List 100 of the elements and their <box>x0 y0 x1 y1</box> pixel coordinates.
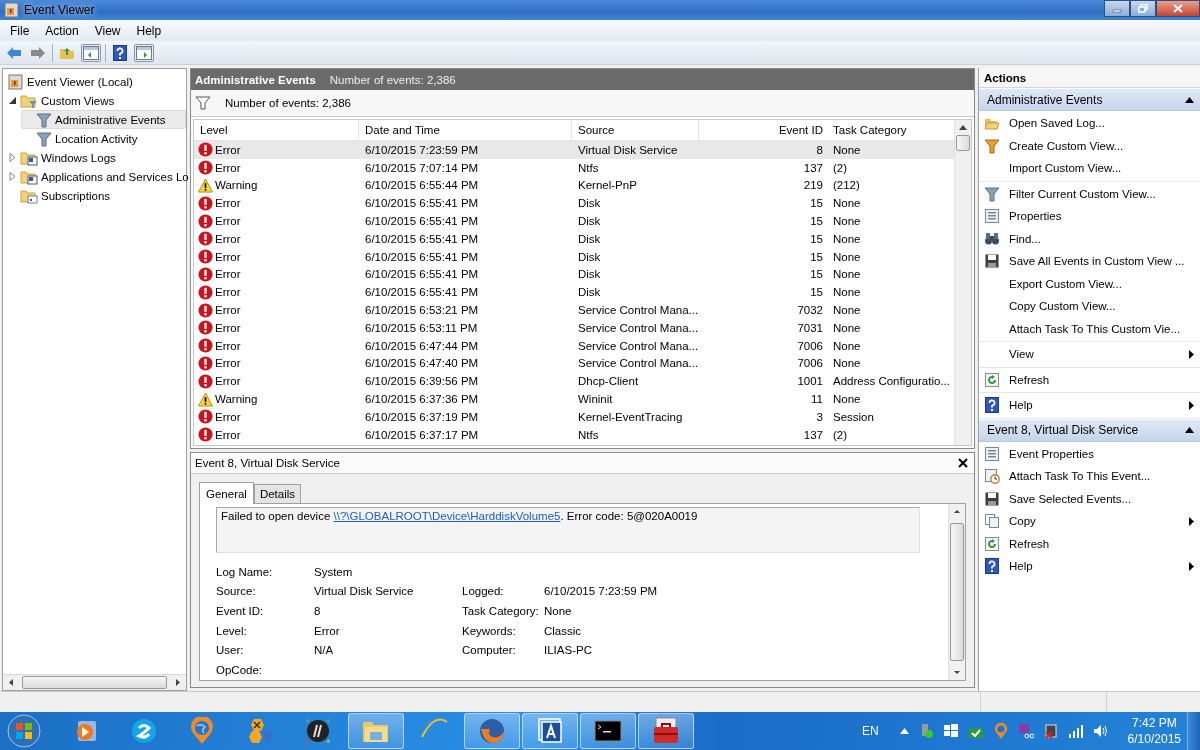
command-item[interactable]: Attach Task To This Custom Vie... <box>979 317 1200 340</box>
event-row[interactable]: Error 6/10/2015 6:37:19 PM Kernel-EventTracing 3 Session <box>194 407 954 426</box>
menu-item[interactable]: View <box>86 21 129 40</box>
collapse-caret-icon <box>1185 427 1194 433</box>
event-row[interactable]: Warning 6/10/2015 6:37:36 PM Wininit 11 None <box>194 390 954 408</box>
event-row[interactable]: Error 6/10/2015 6:37:17 PM Ntfs 137 (2) <box>194 425 954 444</box>
collapse-arrow-icon[interactable] <box>8 96 17 105</box>
language-indicator[interactable]: EN <box>861 724 879 738</box>
close-button[interactable] <box>958 457 968 468</box>
warning-icon <box>198 391 213 407</box>
tab[interactable]: General <box>199 481 254 504</box>
error-icon <box>198 302 213 318</box>
tab[interactable]: Details <box>253 483 302 503</box>
command-item[interactable]: Save Selected Events... <box>979 487 1200 510</box>
taskbar-button[interactable] <box>522 713 578 749</box>
tree-item[interactable]: Location Activity <box>21 129 186 148</box>
command-item[interactable]: Copy Custom View... <box>979 295 1200 318</box>
event-row[interactable]: Error 6/10/2015 6:55:41 PM Disk 15 None <box>194 283 954 302</box>
scroll-thumb[interactable] <box>950 522 964 661</box>
event-row[interactable]: Error 6/10/2015 6:53:21 PM Service Control Mana... 7032 None <box>194 301 954 319</box>
section-header[interactable]: Administrative Events <box>979 88 1200 111</box>
command-item[interactable]: Properties <box>979 205 1200 228</box>
event-row[interactable]: Error 6/10/2015 6:55:41 PM Disk 15 None <box>194 212 954 230</box>
chat-bubble-icon <box>130 717 158 745</box>
tree-item[interactable]: Subscriptions <box>5 186 186 205</box>
command-item[interactable]: Refresh <box>979 532 1200 555</box>
event-row[interactable]: Error 6/10/2015 6:47:40 PM Service Control Mana... 7006 None <box>194 354 954 373</box>
event-row[interactable]: Error 6/10/2015 7:23:59 PM Virtual Disk Service 8 None <box>194 141 954 159</box>
table-cell: None <box>833 232 861 245</box>
show-hidden-icons-icon[interactable] <box>899 728 909 734</box>
tree-item[interactable]: Event Viewer (Local) <box>5 72 186 91</box>
expand-arrow-icon[interactable] <box>8 153 17 162</box>
minimize-button[interactable] <box>1104 0 1130 17</box>
column-header[interactable]: Event ID <box>699 120 827 140</box>
folder-funnel-icon <box>20 92 38 109</box>
event-row[interactable]: Error 6/10/2015 6:55:41 PM Disk 15 None <box>194 265 954 284</box>
expand-arrow-icon[interactable] <box>8 172 17 181</box>
command-item[interactable]: Help <box>979 394 1200 417</box>
table-cell: None <box>833 250 861 263</box>
taskbar-button[interactable] <box>638 713 694 749</box>
command-item[interactable]: Create Custom View... <box>979 134 1200 157</box>
save-icon <box>984 490 1000 507</box>
column-header[interactable]: Level <box>194 120 359 140</box>
close-button[interactable] <box>1156 0 1200 17</box>
tree-item[interactable]: Administrative Events <box>21 110 186 129</box>
event-row[interactable]: Error 6/10/2015 6:55:41 PM Disk 15 None <box>194 194 954 213</box>
help-button[interactable] <box>110 42 130 63</box>
event-row[interactable]: Error 6/10/2015 6:55:41 PM Disk 15 None <box>194 247 954 266</box>
section-header[interactable]: Event 8, Virtual Disk Service <box>979 418 1200 442</box>
vertical-scrollbar[interactable] <box>948 503 965 680</box>
menu-item[interactable]: Action <box>37 21 87 40</box>
event-row[interactable]: Error 6/10/2015 7:07:14 PM Ntfs 137 (2) <box>194 158 954 177</box>
command-item[interactable]: Help <box>979 555 1200 578</box>
funnel-icon <box>984 185 1000 202</box>
menu-item[interactable]: Help <box>128 21 170 40</box>
warning-icon <box>198 178 213 193</box>
taskbar-button[interactable] <box>580 713 636 749</box>
speaker-icon[interactable] <box>1092 723 1109 739</box>
column-header[interactable]: Source <box>572 120 699 140</box>
folder-icon <box>20 149 38 166</box>
clock[interactable]: 7:42 PM 6/10/2015 <box>1127 715 1181 747</box>
horizontal-scrollbar[interactable] <box>3 674 186 690</box>
table-cell: 15 <box>810 250 823 263</box>
command-item[interactable]: Save All Events in Custom View ... <box>979 250 1200 273</box>
scroll-thumb[interactable] <box>22 676 167 689</box>
vertical-scrollbar[interactable] <box>954 120 971 445</box>
table-cell: Error <box>215 304 241 317</box>
table-cell: 6/10/2015 6:55:41 PM <box>365 286 479 299</box>
command-item[interactable]: Open Saved Log... <box>979 112 1200 135</box>
command-item[interactable]: Filter Current Custom View... <box>979 182 1200 205</box>
column-header[interactable]: Date and Time <box>359 120 572 140</box>
event-row[interactable]: Error 6/10/2015 6:39:56 PM Dhcp-Client 1001 Address Configuratio... <box>194 372 954 391</box>
show-tree-button[interactable] <box>81 43 101 62</box>
command-item[interactable]: Copy <box>979 510 1200 533</box>
table-cell: Disk <box>578 197 601 210</box>
command-item[interactable]: Find... <box>979 227 1200 250</box>
scroll-thumb[interactable] <box>956 135 970 151</box>
restore-button[interactable] <box>1130 0 1156 17</box>
start-button[interactable] <box>6 713 42 749</box>
event-row[interactable]: Error 6/10/2015 6:47:44 PM Service Control Mana... 7006 None <box>194 336 954 355</box>
command-item[interactable]: Event Properties <box>979 442 1200 465</box>
event-row[interactable]: Warning 6/10/2015 6:55:44 PM Kernel-PnP 219 (212) <box>194 176 954 195</box>
command-item[interactable]: View <box>979 343 1200 366</box>
tree-item[interactable]: Windows Logs <box>5 148 186 167</box>
command-item[interactable]: Attach Task To This Event... <box>979 465 1200 488</box>
table-cell: Error <box>215 197 241 210</box>
windows-flag-icon[interactable] <box>942 723 959 739</box>
table-cell: Error <box>215 410 241 423</box>
signal-icon[interactable] <box>1067 724 1084 738</box>
menu-item[interactable]: File <box>2 21 38 40</box>
event-row[interactable]: Error 6/10/2015 6:53:11 PM Service Control Mana... 7031 None <box>194 318 954 337</box>
tree-item[interactable]: Applications and Services Lo <box>5 167 186 186</box>
event-row[interactable]: Error 6/10/2015 6:55:41 PM Disk 15 None <box>194 230 954 248</box>
command-item[interactable]: Export Custom View... <box>979 272 1200 295</box>
show-desktop-button[interactable] <box>1187 712 1200 750</box>
tree-item[interactable]: Custom Views <box>5 91 186 110</box>
table-cell: Kernel-PnP <box>578 179 637 192</box>
command-item[interactable]: Refresh <box>979 368 1200 391</box>
show-actions-button[interactable] <box>134 43 154 62</box>
command-item[interactable]: Import Custom View... <box>979 157 1200 180</box>
